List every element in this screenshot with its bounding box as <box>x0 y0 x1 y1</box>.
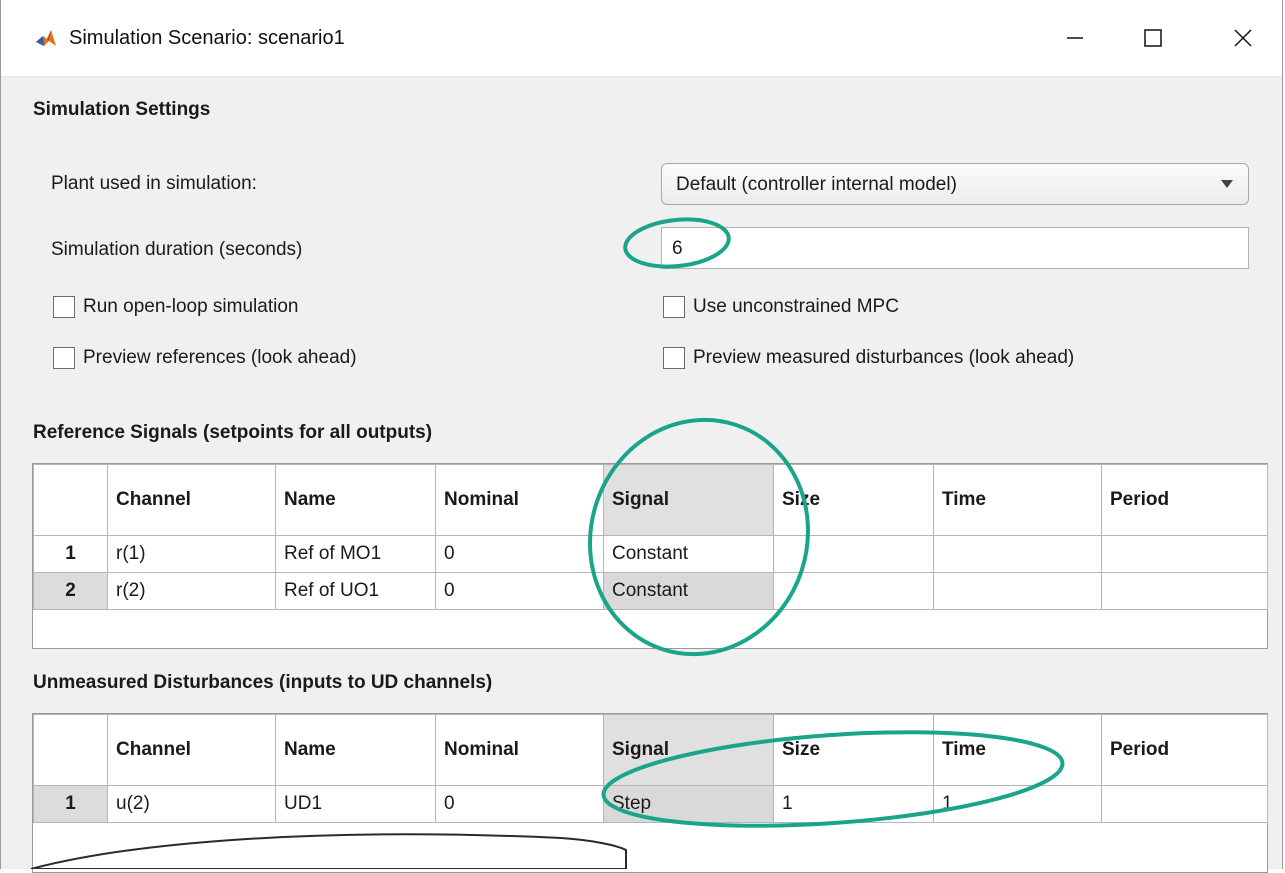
close-button[interactable] <box>1213 14 1273 62</box>
name-cell[interactable]: Ref of UO1 <box>275 572 436 610</box>
column-header-time[interactable]: Time <box>933 714 1102 786</box>
row-index[interactable]: 2 <box>33 572 108 610</box>
channel-cell[interactable]: r(2) <box>107 572 276 610</box>
column-header-signal[interactable]: Signal <box>603 464 774 536</box>
preview-md-label: Preview measured disturbances (look ahea… <box>693 347 1075 368</box>
table-header-row: Channel Name Nominal Signal Size Time Pe… <box>33 714 1268 786</box>
plant-label: Plant used in simulation: <box>51 173 257 194</box>
matlab-icon <box>35 28 57 50</box>
chevron-down-icon <box>1221 180 1233 188</box>
table-row[interactable]: 1 r(1) Ref of MO1 0 Constant <box>33 535 1268 573</box>
minimize-button[interactable] <box>1045 14 1105 62</box>
name-cell[interactable]: UD1 <box>275 785 436 823</box>
unconstrained-checkbox[interactable] <box>663 296 685 318</box>
column-header-time[interactable]: Time <box>933 464 1102 536</box>
table-row[interactable]: 1 u(2) UD1 0 Step 1 1 <box>33 785 1268 823</box>
size-cell[interactable] <box>773 572 934 610</box>
period-cell[interactable] <box>1101 785 1268 823</box>
period-cell[interactable] <box>1101 535 1268 573</box>
duration-label: Simulation duration (seconds) <box>51 239 303 260</box>
column-header <box>33 714 108 786</box>
column-header-channel[interactable]: Channel <box>107 464 276 536</box>
column-header-nominal[interactable]: Nominal <box>435 464 604 536</box>
size-cell[interactable] <box>773 535 934 573</box>
size-cell[interactable]: 1 <box>773 785 934 823</box>
column-header-signal[interactable]: Signal <box>603 714 774 786</box>
dialog-content: Simulation Settings Plant used in simula… <box>1 77 1282 873</box>
title-bar[interactable]: Simulation Scenario: scenario1 <box>1 0 1282 77</box>
time-cell[interactable] <box>933 572 1102 610</box>
column-header-period[interactable]: Period <box>1101 714 1268 786</box>
preview-md-checkbox[interactable] <box>663 347 685 369</box>
time-cell[interactable] <box>933 535 1102 573</box>
column-header-period[interactable]: Period <box>1101 464 1268 536</box>
duration-field[interactable]: 6 <box>661 227 1249 269</box>
signal-cell[interactable]: Constant <box>603 572 774 610</box>
column-header <box>33 464 108 536</box>
open-loop-checkbox[interactable] <box>53 296 75 318</box>
preview-references-checkbox[interactable] <box>53 347 75 369</box>
column-header-size[interactable]: Size <box>773 464 934 536</box>
open-loop-label: Run open-loop simulation <box>83 296 299 317</box>
plant-dropdown-value: Default (controller internal model) <box>676 174 957 195</box>
close-icon <box>1234 29 1252 47</box>
column-header-nominal[interactable]: Nominal <box>435 714 604 786</box>
unconstrained-label: Use unconstrained MPC <box>693 296 899 317</box>
column-header-size[interactable]: Size <box>773 714 934 786</box>
reference-signals-table: Channel Name Nominal Signal Size Time Pe… <box>33 464 1268 610</box>
column-header-name[interactable]: Name <box>275 464 436 536</box>
unmeasured-disturbances-heading: Unmeasured Disturbances (inputs to UD ch… <box>33 672 493 693</box>
table-row[interactable]: 2 r(2) Ref of UO1 0 Constant <box>33 572 1268 610</box>
simulation-scenario-window: Simulation Scenario: scenario1 Simulatio… <box>0 0 1283 873</box>
channel-cell[interactable]: u(2) <box>107 785 276 823</box>
table-header-row: Channel Name Nominal Signal Size Time Pe… <box>33 464 1268 536</box>
minimize-icon <box>1067 37 1083 39</box>
column-header-channel[interactable]: Channel <box>107 714 276 786</box>
maximize-icon <box>1144 29 1162 47</box>
preview-references-label: Preview references (look ahead) <box>83 347 357 368</box>
signal-cell[interactable]: Constant <box>603 535 774 573</box>
reference-signals-heading: Reference Signals (setpoints for all out… <box>33 422 433 443</box>
window-title: Simulation Scenario: scenario1 <box>69 27 345 49</box>
column-header-name[interactable]: Name <box>275 714 436 786</box>
signal-cell[interactable]: Step <box>603 785 774 823</box>
simulation-settings-heading: Simulation Settings <box>33 99 211 120</box>
period-cell[interactable] <box>1101 572 1268 610</box>
nominal-cell[interactable]: 0 <box>435 535 604 573</box>
row-index[interactable]: 1 <box>33 535 108 573</box>
channel-cell[interactable]: r(1) <box>107 535 276 573</box>
nominal-cell[interactable]: 0 <box>435 785 604 823</box>
name-cell[interactable]: Ref of MO1 <box>275 535 436 573</box>
unmeasured-disturbances-table: Channel Name Nominal Signal Size Time Pe… <box>33 714 1268 823</box>
row-index[interactable]: 1 <box>33 785 108 823</box>
plant-dropdown[interactable]: Default (controller internal model) <box>661 163 1249 205</box>
maximize-button[interactable] <box>1123 14 1183 62</box>
nominal-cell[interactable]: 0 <box>435 572 604 610</box>
duration-value: 6 <box>672 238 683 259</box>
time-cell[interactable]: 1 <box>933 785 1102 823</box>
